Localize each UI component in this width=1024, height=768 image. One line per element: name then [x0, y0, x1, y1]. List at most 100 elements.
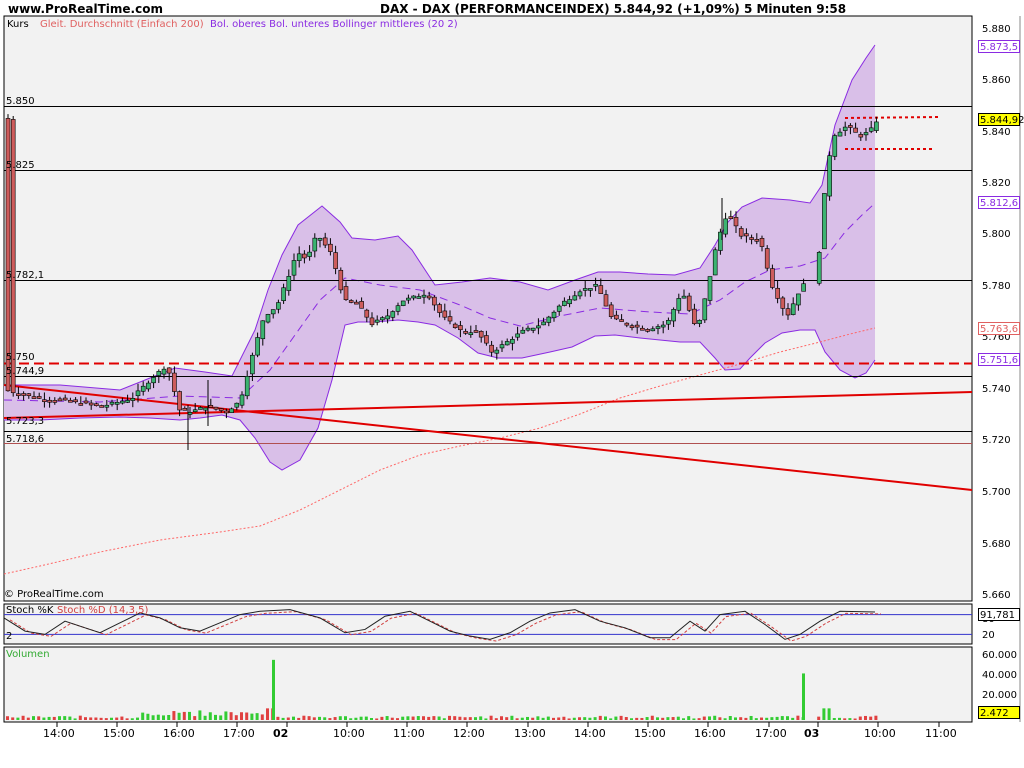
volume-bar [464, 717, 467, 720]
candle-body [677, 298, 681, 310]
volume-bar [313, 717, 316, 720]
volume-tick-20000: 20.000 [982, 690, 1017, 701]
volume-bar [318, 717, 321, 720]
volume-bar [167, 715, 170, 720]
stoch-d-label: Stoch %D (14,3,5) [57, 605, 148, 616]
candle-body [495, 350, 499, 353]
volume-spike [802, 673, 805, 720]
candle-body [734, 217, 738, 225]
volume-bar [136, 718, 139, 720]
candle-body [183, 408, 187, 410]
volume-bar [365, 717, 368, 720]
volume-bar [516, 718, 519, 720]
x-tick-label: 17:00 [755, 727, 787, 740]
candle-body [349, 300, 353, 302]
volume-bar [594, 717, 597, 720]
candle-body [74, 400, 78, 402]
candle-body [599, 286, 603, 294]
volume-bar [739, 717, 742, 720]
candle-body [838, 132, 842, 136]
candle-body [526, 328, 530, 330]
candle-body [339, 270, 343, 290]
candle-body [427, 296, 431, 298]
candle-body [417, 296, 421, 298]
candle-body [219, 409, 223, 411]
volume-bar [703, 717, 706, 720]
x-tick-label: 13:00 [514, 727, 546, 740]
volume-bar [588, 718, 591, 720]
candle-body [859, 134, 863, 137]
level-label-5782: 5.782,1 [6, 270, 44, 281]
volume-bar [360, 717, 363, 720]
volume-bar [609, 718, 612, 720]
volume-bar [469, 717, 472, 720]
candle-body [230, 409, 234, 413]
volume-bar [718, 717, 721, 720]
candle-body [380, 318, 384, 320]
candle-body [302, 254, 306, 258]
volume-bar [536, 716, 539, 720]
volume-bar [833, 718, 836, 720]
volume-bar [817, 717, 820, 720]
volume-bar [141, 713, 144, 720]
volume-bar [604, 716, 607, 720]
y-tick-5880: 5.880 [982, 24, 1011, 35]
candle-body [500, 345, 504, 348]
volume-bar [219, 715, 222, 720]
x-tick-label: 15:00 [634, 727, 666, 740]
candle-body [474, 330, 478, 332]
volume-bar [661, 718, 664, 720]
candle-body [22, 393, 26, 395]
candle-body [770, 269, 774, 288]
candle-body [354, 302, 358, 304]
candle-body [713, 250, 717, 275]
volume-bar [235, 715, 238, 720]
y-tick-5660: 5.660 [982, 590, 1011, 601]
candle-body [614, 315, 618, 319]
volume-bar [869, 717, 872, 720]
candle-body [692, 309, 696, 324]
candle-body [396, 306, 400, 312]
candle-body [438, 305, 442, 313]
legend-bollinger: Bol. oberes Bol. unteres Bollinger mittl… [210, 19, 458, 30]
volume-bar [115, 718, 118, 720]
candle-body [531, 328, 535, 330]
candle-body [198, 407, 202, 409]
candle-body [594, 284, 598, 286]
volume-bar [474, 717, 477, 720]
volume-bar [74, 718, 77, 720]
level-label-5750: 5.750 [6, 352, 35, 363]
candle-body [822, 193, 826, 248]
stoch-k-label: Stoch %K [6, 605, 53, 616]
candle-body [105, 405, 109, 407]
candle-body [422, 295, 426, 297]
candle-body [188, 412, 192, 414]
volume-bar [484, 718, 487, 720]
badge-moving-average: 5.763,6 [978, 322, 1020, 335]
volume-bar [557, 717, 560, 720]
candle-body [479, 331, 483, 337]
candle-body [406, 298, 410, 300]
candle-body [464, 331, 468, 333]
volume-bar [708, 716, 711, 720]
volume-bar [692, 718, 695, 720]
volume-bar [791, 718, 794, 720]
candle-body [604, 295, 608, 306]
volume-bar [250, 714, 253, 720]
volume-bar [562, 717, 565, 720]
candle-body [609, 305, 613, 317]
volume-bar [68, 717, 71, 720]
volume-bar [32, 716, 35, 720]
volume-bar [776, 717, 779, 720]
candle-body [578, 292, 582, 296]
volume-bar [500, 716, 503, 720]
candle-body [552, 312, 556, 318]
volume-bar [854, 719, 857, 720]
candle-body [687, 296, 691, 310]
x-tick-label: 15:00 [103, 727, 135, 740]
volume-bar [261, 714, 264, 720]
candle-body [828, 156, 832, 196]
volume-bar [822, 708, 825, 720]
volume-bar [401, 717, 404, 720]
volume-bar [188, 712, 191, 720]
